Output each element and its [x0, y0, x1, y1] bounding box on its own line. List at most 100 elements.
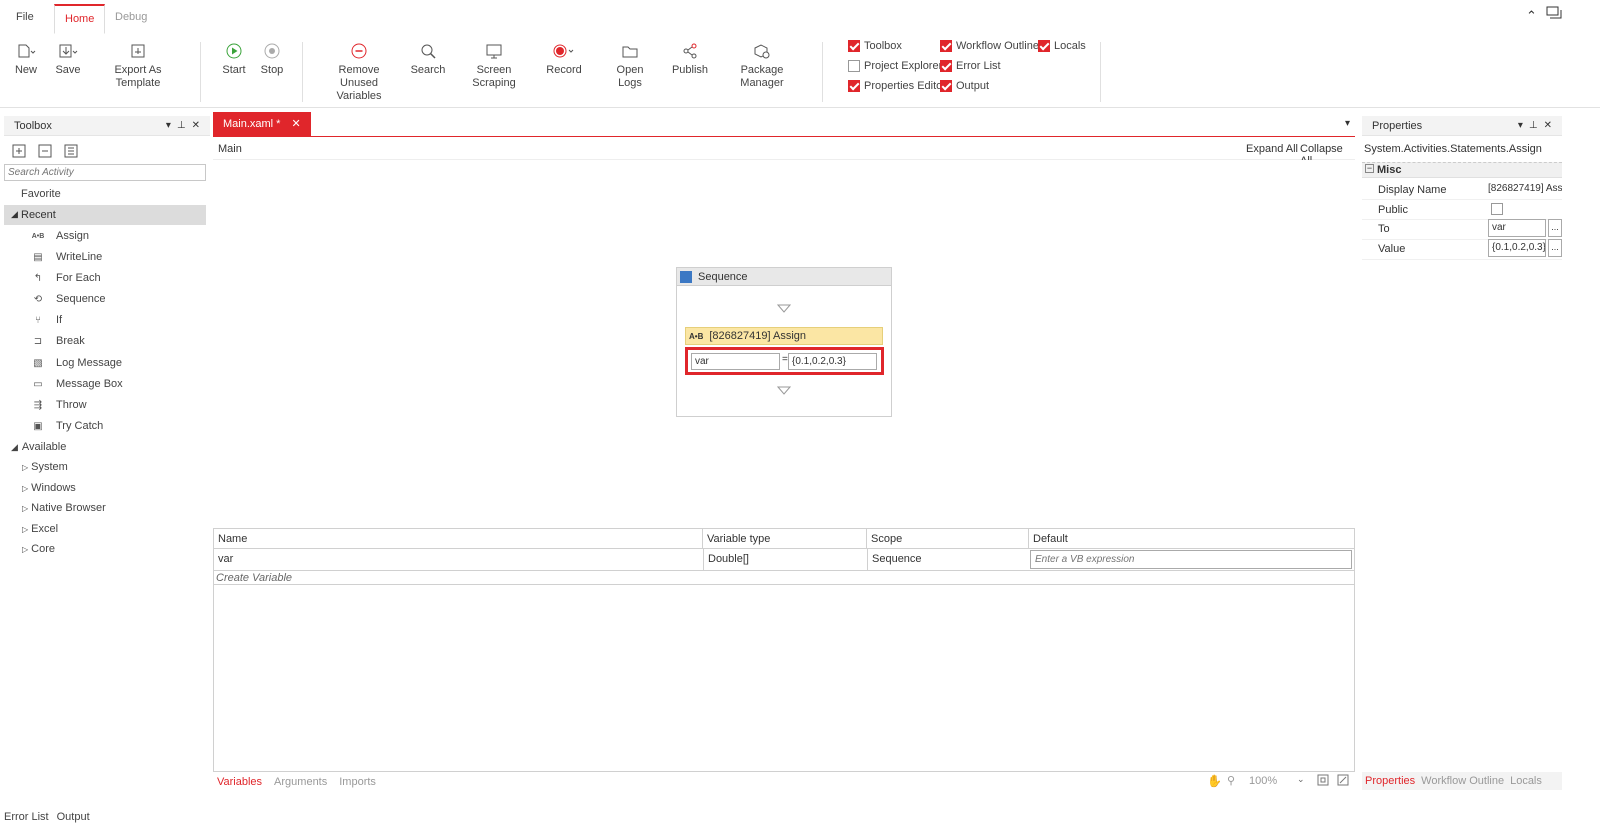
toolbox-item-throw[interactable]: ⇶ Throw: [30, 398, 87, 412]
dropdown-icon[interactable]: ▾: [166, 120, 171, 131]
overview-map-icon[interactable]: [1337, 774, 1349, 789]
collapse-all-icon[interactable]: [38, 144, 54, 161]
public-checkbox[interactable]: [1491, 203, 1503, 215]
to-ellipsis-button[interactable]: ...: [1548, 219, 1562, 237]
package-manager-button[interactable]: Package Manager: [720, 38, 804, 90]
zoom-level[interactable]: 100%: [1249, 775, 1277, 787]
output-panel-toggle[interactable]: Output: [940, 80, 989, 92]
tab-arguments[interactable]: Arguments: [274, 776, 327, 788]
pin-icon[interactable]: ⊥: [1529, 120, 1538, 131]
assign-value-field[interactable]: {0.1,0.2,0.3}: [788, 353, 877, 370]
publish-button[interactable]: Publish: [670, 38, 710, 77]
column-header-scope[interactable]: Scope: [867, 529, 1029, 549]
close-icon[interactable]: ✕: [192, 120, 200, 131]
variable-type-cell[interactable]: Double[]: [703, 549, 749, 570]
close-tab-icon[interactable]: ✕: [292, 118, 301, 130]
drop-arrow-icon[interactable]: [776, 304, 792, 316]
zoom-icon[interactable]: ⚲: [1227, 774, 1235, 787]
column-header-name[interactable]: Name: [214, 529, 703, 549]
toolbox-item-sequence[interactable]: ⟲ Sequence: [30, 292, 106, 306]
toolbox-category-system[interactable]: ▷ System: [22, 461, 68, 473]
value-ellipsis-button[interactable]: ...: [1548, 239, 1562, 257]
tab-variables[interactable]: Variables: [217, 776, 262, 788]
tab-imports[interactable]: Imports: [339, 776, 376, 788]
properties-editor-panel-toggle[interactable]: Properties Editor: [848, 80, 946, 92]
toolbox-item-break[interactable]: ⊐ Break: [30, 334, 85, 348]
toolbox-panel-toggle[interactable]: Toolbox: [848, 40, 902, 52]
dropdown-icon[interactable]: ▾: [1518, 120, 1523, 131]
variable-default-input[interactable]: [1030, 550, 1352, 569]
table-row[interactable]: var Double[] Sequence: [214, 549, 1354, 571]
tab-output[interactable]: Output: [57, 811, 90, 823]
menu-tab-file[interactable]: File: [6, 4, 44, 34]
toolbox-item-log-message[interactable]: ▧ Log Message: [30, 356, 122, 370]
column-header-default[interactable]: Default: [1029, 529, 1354, 549]
tab-properties[interactable]: Properties: [1365, 775, 1415, 787]
screen-scraping-button[interactable]: Screen Scraping: [456, 38, 532, 90]
new-button[interactable]: New: [10, 38, 42, 77]
toolbox-available-header[interactable]: ◢ Available: [11, 441, 66, 453]
zoom-dropdown-icon[interactable]: ⌄: [1297, 774, 1305, 785]
close-icon[interactable]: ✕: [1544, 120, 1552, 131]
toolbox-category-windows[interactable]: ▷ Windows: [22, 482, 76, 494]
collapse-icon[interactable]: −: [1365, 164, 1374, 173]
list-view-icon[interactable]: [64, 144, 80, 161]
breadcrumb[interactable]: Main: [218, 143, 242, 155]
search-button[interactable]: Search: [408, 38, 448, 77]
toolbox-item-assign[interactable]: A•B Assign: [30, 229, 89, 243]
toolbox-favorite[interactable]: Favorite: [21, 188, 61, 200]
remove-unused-variables-button[interactable]: Remove Unused Variables: [320, 38, 398, 103]
error-list-panel-toggle[interactable]: Error List: [940, 60, 1001, 72]
tab-locals[interactable]: Locals: [1510, 775, 1542, 787]
save-button[interactable]: Save: [52, 38, 84, 77]
feedback-icon[interactable]: [1546, 6, 1562, 23]
expand-all-icon[interactable]: [12, 144, 28, 161]
workflow-outline-panel-toggle[interactable]: Workflow Outline: [940, 40, 1039, 52]
assign-activity-header[interactable]: A•B [826827419] Assign: [685, 327, 883, 345]
toolbox-item-for-each[interactable]: ↰ For Each: [30, 271, 101, 285]
assign-to-field[interactable]: var: [691, 353, 780, 370]
tab-main-xaml[interactable]: Main.xaml * ✕: [213, 112, 311, 136]
variable-name-cell[interactable]: var: [214, 549, 233, 570]
checkbox-checked[interactable]: [940, 60, 952, 72]
toolbox-item-if[interactable]: ⑂ If: [30, 313, 62, 327]
open-logs-button[interactable]: Open Logs: [604, 38, 656, 90]
tab-error-list[interactable]: Error List: [4, 811, 49, 823]
to-value-field[interactable]: var: [1488, 219, 1546, 237]
fit-to-screen-icon[interactable]: [1317, 774, 1329, 789]
value-field[interactable]: {0.1,0.2,0.3}: [1488, 239, 1546, 257]
checkbox-checked[interactable]: [848, 40, 860, 52]
properties-category-misc[interactable]: − Misc: [1362, 162, 1562, 178]
display-name-value[interactable]: [826827419] Assi: [1488, 183, 1562, 194]
checkbox-checked[interactable]: [940, 40, 952, 52]
column-header-variable-type[interactable]: Variable type: [703, 529, 867, 549]
toolbox-category-native-browser[interactable]: ▷ Native Browser: [22, 502, 106, 514]
checkbox-checked[interactable]: [1038, 40, 1050, 52]
export-template-button[interactable]: Export As Template: [94, 38, 182, 90]
checkbox-checked[interactable]: [848, 80, 860, 92]
drop-arrow-icon[interactable]: [776, 386, 792, 398]
hand-pan-icon[interactable]: ✋: [1207, 774, 1222, 788]
toolbox-category-excel[interactable]: ▷ Excel: [22, 523, 58, 535]
expand-all-link[interactable]: Expand All: [1246, 143, 1298, 155]
checkbox-checked[interactable]: [940, 80, 952, 92]
toolbox-item-message-box[interactable]: ▭ Message Box: [30, 377, 122, 391]
tab-list-icon[interactable]: ▾: [1345, 118, 1350, 129]
toolbox-item-try-catch[interactable]: ▣ Try Catch: [30, 419, 103, 433]
toolbox-item-writeline[interactable]: ▤ WriteLine: [30, 250, 102, 264]
pin-icon[interactable]: ⊥: [177, 120, 186, 131]
search-activity-input[interactable]: [4, 164, 206, 181]
checkbox-unchecked[interactable]: [848, 60, 860, 72]
create-variable-row[interactable]: Create Variable: [214, 571, 1354, 585]
tab-workflow-outline[interactable]: Workflow Outline: [1421, 775, 1504, 787]
menu-tab-debug[interactable]: Debug: [105, 4, 157, 34]
designer-canvas[interactable]: Sequence A•B [826827419] Assign var = {0…: [213, 160, 1355, 524]
record-button[interactable]: Record: [544, 38, 584, 77]
project-explorer-panel-toggle[interactable]: Project Explorer: [848, 60, 942, 72]
menu-tab-home[interactable]: Home: [54, 4, 106, 34]
variable-scope-cell[interactable]: Sequence: [867, 549, 922, 570]
locals-panel-toggle[interactable]: Locals: [1038, 40, 1086, 52]
toolbox-recent-header[interactable]: ◢ Recent: [4, 205, 206, 225]
toolbox-category-core[interactable]: ▷ Core: [22, 543, 55, 555]
stop-button[interactable]: Stop: [256, 38, 288, 77]
